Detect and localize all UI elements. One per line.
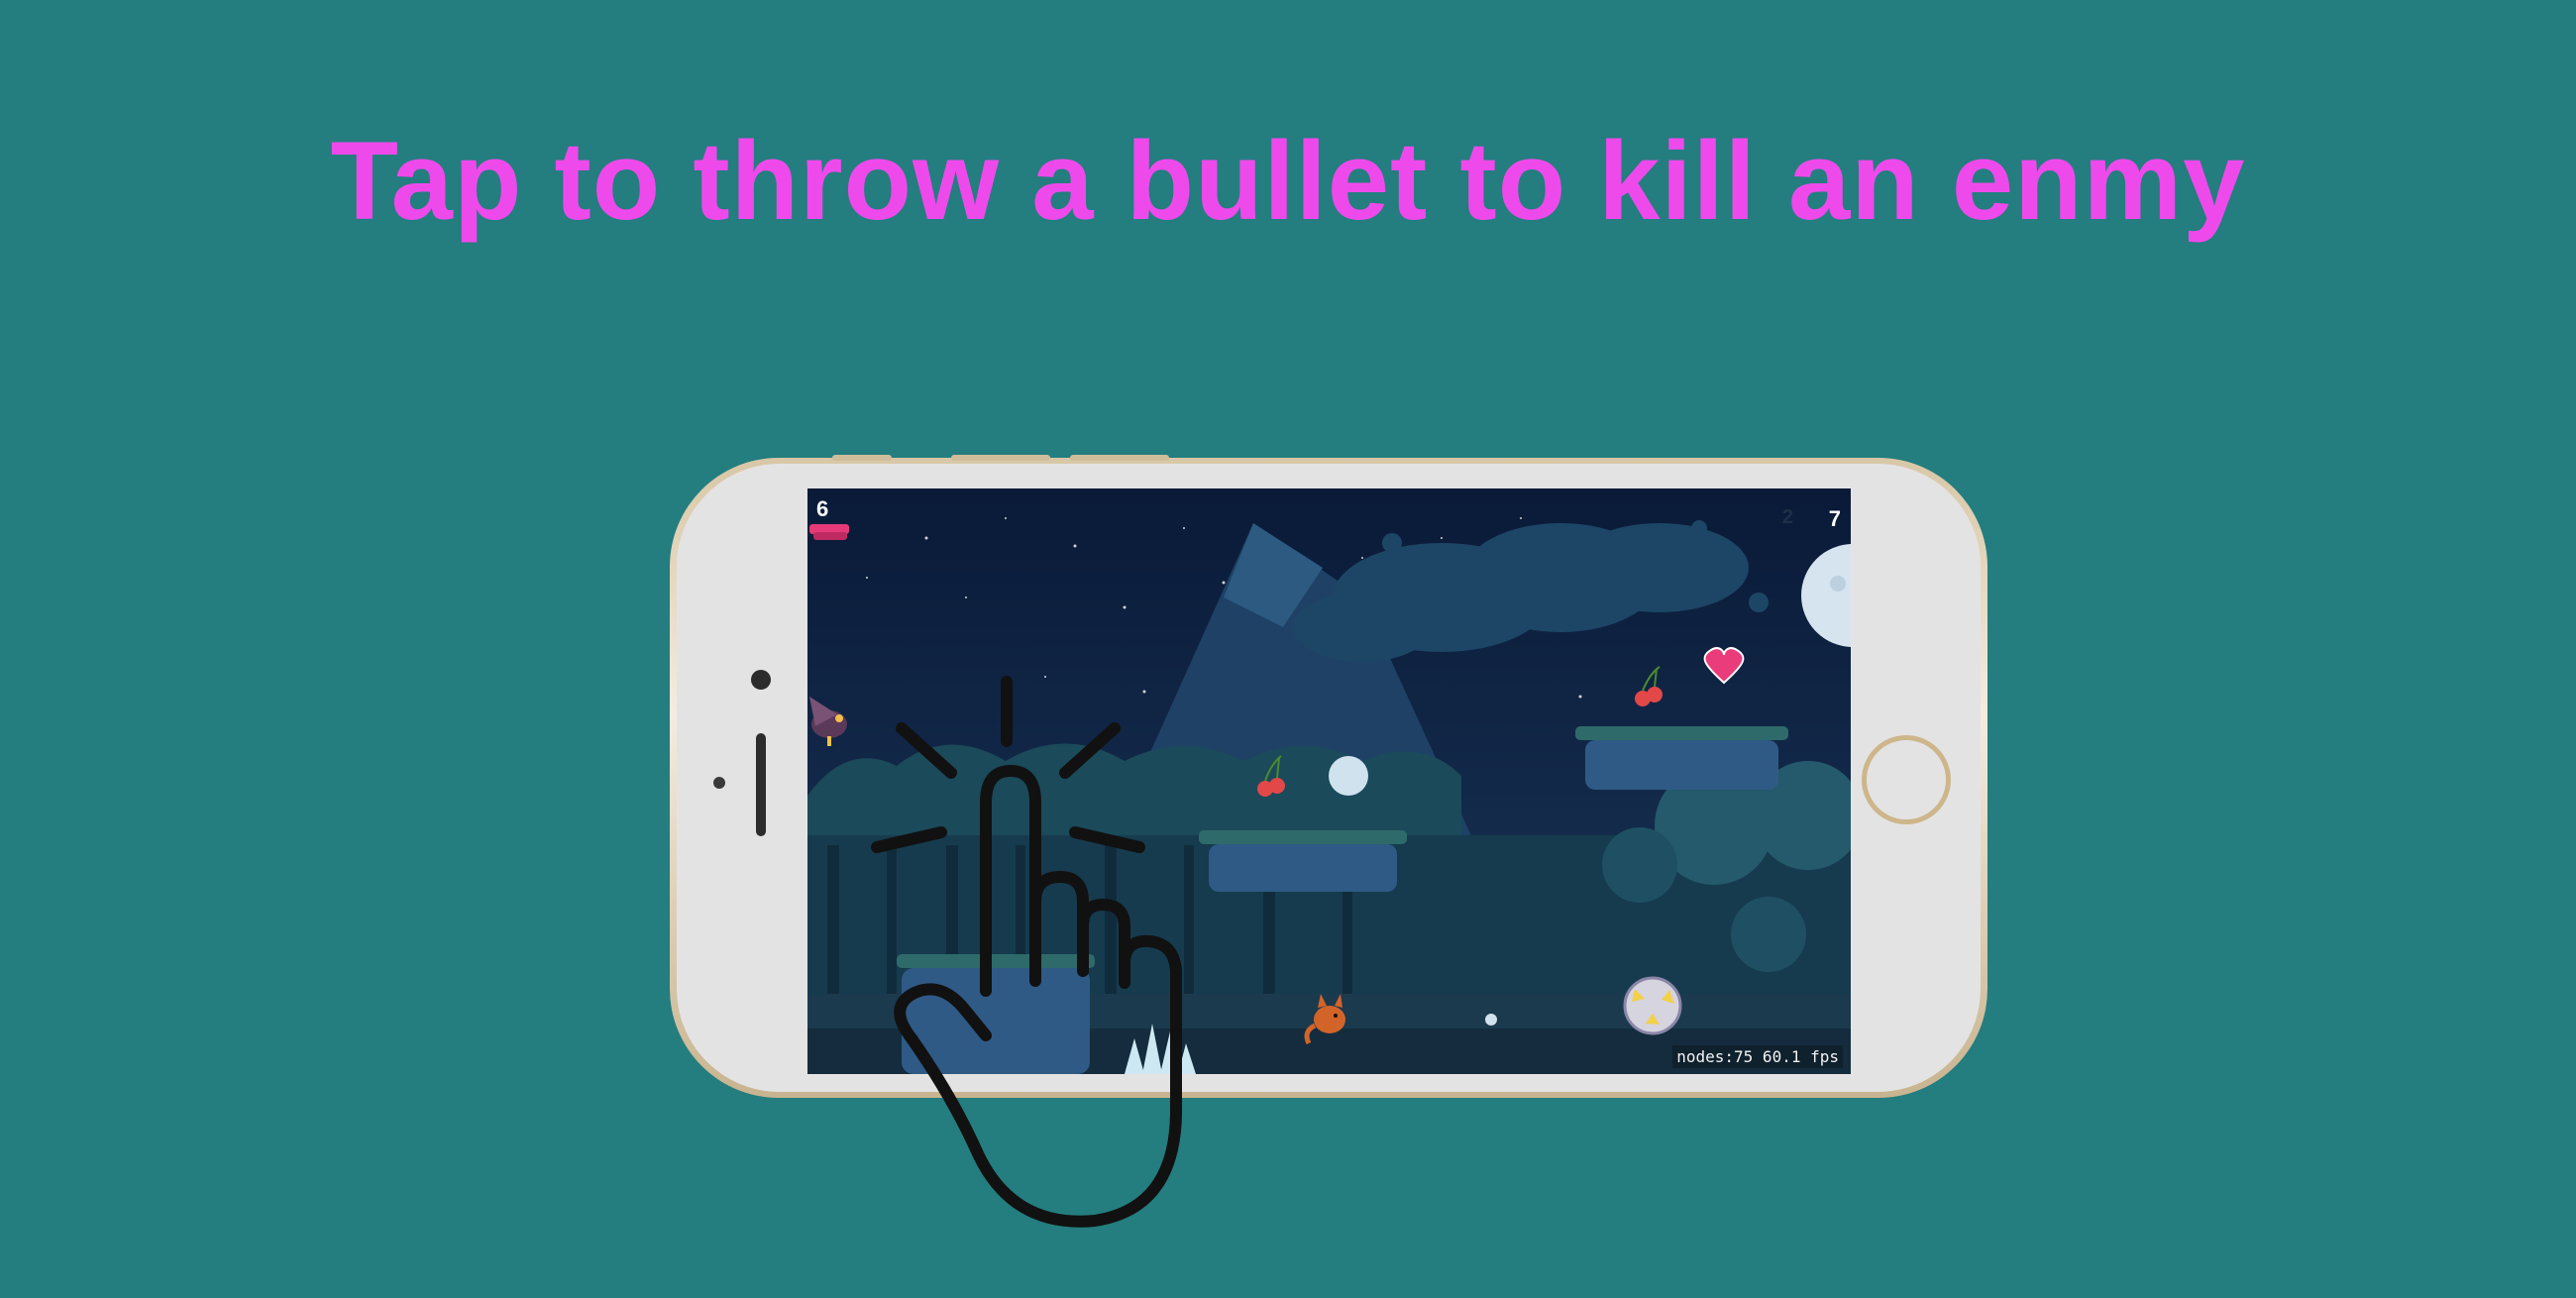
phone-volume-up <box>951 455 1050 461</box>
lives-counter: 6 <box>816 496 829 521</box>
phone-volume-down <box>1070 455 1169 461</box>
earpiece-speaker <box>756 733 766 836</box>
tap-hand-icon <box>871 676 1182 1228</box>
mid-counter: 2 <box>1781 506 1793 528</box>
home-button[interactable] <box>1862 735 1951 824</box>
proximity-sensor <box>713 777 725 789</box>
phone-side-button <box>832 455 892 461</box>
front-camera <box>751 670 771 690</box>
platform-right <box>1575 726 1788 790</box>
bullet-orb <box>1329 756 1368 796</box>
debug-stats: nodes:75 60.1 fps <box>1672 1045 1843 1068</box>
score-counter: 7 <box>1828 506 1841 531</box>
tutorial-headline: Tap to throw a bullet to kill an enmy <box>330 119 2246 243</box>
small-bullet <box>1485 1014 1497 1026</box>
heart-stack-icon <box>809 524 849 540</box>
spiky-ball-icon <box>1623 976 1682 1035</box>
